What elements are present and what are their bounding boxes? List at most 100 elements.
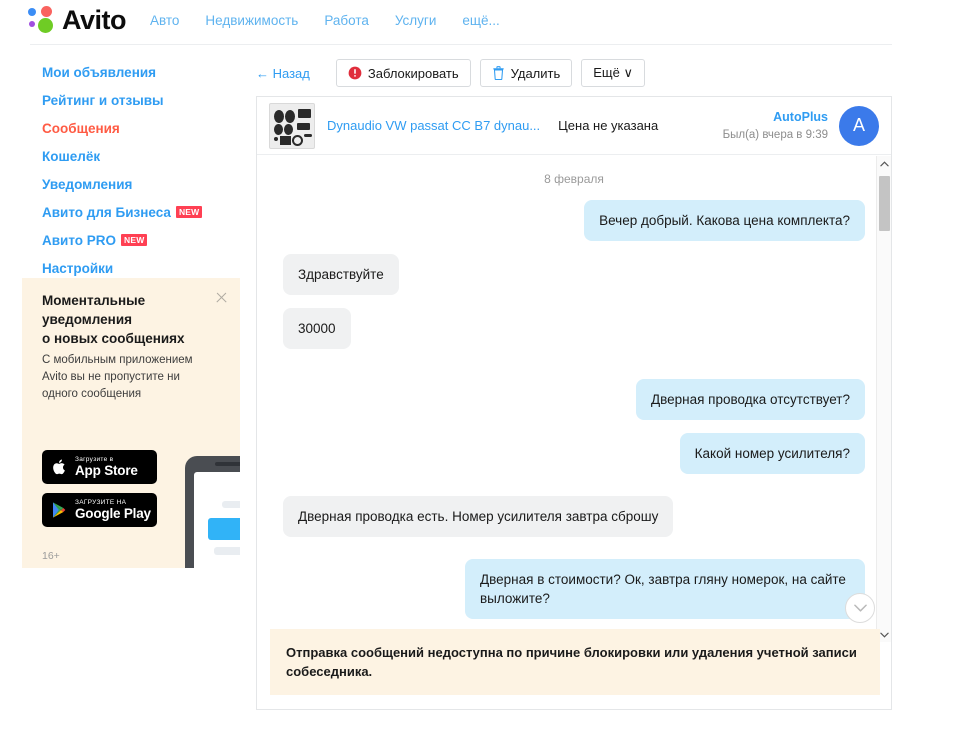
logo-dot-green <box>38 18 53 33</box>
block-button[interactable]: Заблокировать <box>335 59 471 87</box>
promo-title: Моментальные уведомления о новых сообщен… <box>42 291 212 348</box>
thumb-shape <box>297 122 310 130</box>
content-toolbar-area: ← Назад Заблокировать Удалить Ещё ∨ <box>256 58 892 88</box>
close-icon[interactable] <box>215 291 228 304</box>
ad-title-link[interactable]: Dynaudio VW passat CC B7 dynau... <box>327 118 540 133</box>
phone-screen <box>194 472 240 568</box>
messages-pane[interactable]: 8 февраля Вечер добрый. Какова цена комп… <box>257 155 891 641</box>
sidebar-item-settings[interactable]: Настройки <box>42 258 240 280</box>
google-play-icon <box>49 498 69 522</box>
app-store-labels: Загрузите в App Store <box>75 456 138 478</box>
sidebar-item-notifications[interactable]: Уведомления <box>42 174 240 196</box>
scrollbar-thumb[interactable] <box>879 176 890 231</box>
conversation-panel: Dynaudio VW passat CC B7 dynau... Цена н… <box>256 96 892 710</box>
partner-name-link[interactable]: AutoPlus <box>723 110 828 124</box>
scroll-to-bottom-button[interactable] <box>845 593 875 623</box>
sidebar-item-avito-pro[interactable]: Авито PRO NEW <box>42 230 240 252</box>
blocked-notice: Отправка сообщений недоступна по причине… <box>270 629 880 695</box>
avito-logo[interactable]: Avito <box>28 4 127 35</box>
sidebar-item-label: Авито PRO <box>42 233 117 248</box>
thumb-shape <box>274 123 283 135</box>
sidebar-item-label: Настройки <box>42 261 114 276</box>
phone-bubble <box>222 501 240 508</box>
delete-button[interactable]: Удалить <box>479 59 573 87</box>
thumb-shape <box>292 134 303 146</box>
thumb-shape <box>280 135 291 145</box>
thumb-shape <box>274 109 284 123</box>
site-header: Avito Авто Недвижимость Работа Услуги ещ… <box>0 0 960 46</box>
avatar[interactable]: A <box>839 105 879 146</box>
nav-link-realty[interactable]: Недвижимость <box>205 13 298 28</box>
message-row: Дверная в стоимости? Ок, завтра гляну но… <box>283 559 865 619</box>
message-bubble-outgoing: Дверная проводка отсутствует? <box>635 379 865 420</box>
thumb-shape <box>284 123 293 135</box>
message-row: 30000 <box>283 308 865 349</box>
thumb-shape <box>304 133 312 137</box>
sidebar: Мои объявления Рейтинг и отзывы Сообщени… <box>0 62 240 286</box>
block-button-label: Заблокировать <box>367 65 459 81</box>
ad-price: Цена не указана <box>558 118 659 133</box>
sidebar-item-my-ads[interactable]: Мои объявления <box>42 62 240 84</box>
message-row: Дверная проводка есть. Номер усилителя з… <box>283 496 865 537</box>
thumb-shape <box>298 108 311 118</box>
message-row: Дверная проводка отсутствует? <box>283 379 865 420</box>
message-row: Какой номер усилителя? <box>283 433 865 474</box>
conversation-partner: AutoPlus Был(а) вчера в 9:39 A <box>722 105 879 146</box>
block-icon <box>348 66 362 80</box>
back-button[interactable]: ← Назад <box>256 66 310 81</box>
conversation-toolbar: ← Назад Заблокировать Удалить Ещё ∨ <box>256 58 892 88</box>
sidebar-menu: Мои объявления Рейтинг и отзывы Сообщени… <box>0 62 240 280</box>
partner-last-seen: Был(а) вчера в 9:39 <box>722 129 828 141</box>
nav-link-services[interactable]: Услуги <box>395 13 437 28</box>
message-bubble-incoming: Здравствуйте <box>283 254 399 295</box>
delete-button-label: Удалить <box>510 65 561 81</box>
message-row: Вечер добрый. Какова цена комплекта? <box>283 200 865 241</box>
sidebar-item-messages[interactable]: Сообщения <box>42 118 240 140</box>
phone-notch <box>215 462 240 466</box>
main-nav: Авто Недвижимость Работа Услуги ещё... <box>150 13 500 28</box>
logo-dot-purple <box>29 21 35 27</box>
promo-app-banner: Моментальные уведомления о новых сообщен… <box>22 278 240 568</box>
apple-icon <box>49 455 69 479</box>
age-rating-label: 16+ <box>42 550 60 562</box>
sidebar-item-label: Мои объявления <box>42 65 157 80</box>
sidebar-item-avito-business[interactable]: Авито для Бизнеса NEW <box>42 202 240 224</box>
phone-bubble <box>208 518 240 540</box>
app-store-bottom-label: App Store <box>75 463 138 478</box>
logo-wordmark: Avito <box>62 4 127 35</box>
new-badge: NEW <box>175 206 203 218</box>
conversation-header: Dynaudio VW passat CC B7 dynau... Цена н… <box>257 97 891 155</box>
google-play-bottom-label: Google Play <box>75 506 151 521</box>
sidebar-item-label: Сообщения <box>42 121 120 136</box>
nav-link-auto[interactable]: Авто <box>150 13 179 28</box>
promo-title-line-3: о новых сообщениях <box>42 331 185 346</box>
nav-link-jobs[interactable]: Работа <box>324 13 369 28</box>
logo-dot-red <box>41 6 52 17</box>
google-play-labels: ЗАГРУЗИТЕ НА Google Play <box>75 499 151 521</box>
sidebar-item-label: Рейтинг и отзывы <box>42 93 164 108</box>
trash-icon <box>492 66 505 80</box>
message-bubble-outgoing: Дверная в стоимости? Ок, завтра гляну но… <box>465 559 865 619</box>
sidebar-item-wallet[interactable]: Кошелёк <box>42 146 240 168</box>
promo-title-line-1: Моментальные <box>42 293 146 308</box>
sidebar-item-rating-reviews[interactable]: Рейтинг и отзывы <box>42 90 240 112</box>
google-play-button[interactable]: ЗАГРУЗИТЕ НА Google Play <box>42 493 157 527</box>
messages-scrollbar[interactable] <box>876 156 891 642</box>
phone-illustration <box>185 456 240 568</box>
avito-logo-dots-icon <box>28 6 56 34</box>
thumb-shape <box>274 136 278 141</box>
scrollbar-up-arrow-icon[interactable] <box>877 156 891 171</box>
phone-bubble <box>214 547 240 555</box>
sidebar-item-label: Кошелёк <box>42 149 101 164</box>
message-row: Здравствуйте <box>283 254 865 295</box>
header-inner: Avito Авто Недвижимость Работа Услуги ещ… <box>28 6 500 34</box>
app-store-button[interactable]: Загрузите в App Store <box>42 450 157 484</box>
promo-subtitle: С мобильным приложением Avito вы не проп… <box>42 354 193 400</box>
more-actions-button[interactable]: Ещё ∨ <box>581 59 645 87</box>
ad-thumbnail[interactable] <box>269 102 315 149</box>
nav-link-more[interactable]: ещё... <box>462 13 499 28</box>
date-separator: 8 февраля <box>544 172 604 186</box>
more-actions-label: Ещё ∨ <box>593 65 633 80</box>
new-badge: NEW <box>121 234 148 246</box>
sidebar-item-label: Авито для Бизнеса <box>42 205 171 220</box>
